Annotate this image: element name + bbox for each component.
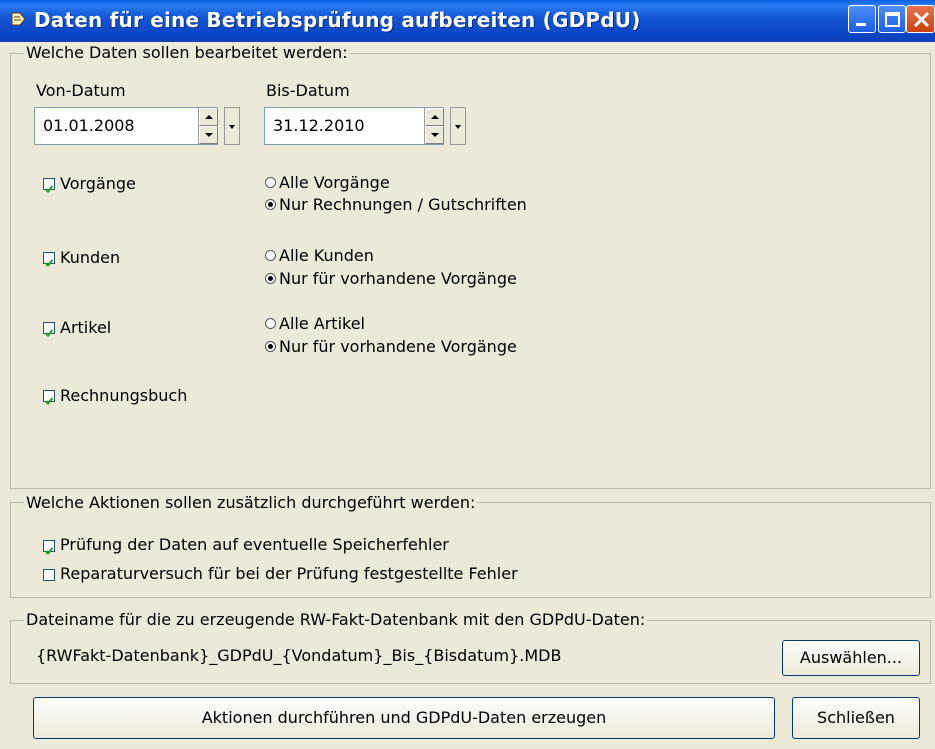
kunden-nur-vorhandene-label[interactable]: Nur für vorhandene Vorgänge: [279, 269, 517, 289]
spin-down-icon[interactable]: [425, 126, 444, 144]
choose-file-button[interactable]: Auswählen...: [782, 640, 920, 676]
to-date-picker[interactable]: 31.12.2010: [264, 107, 444, 145]
reparatur-label[interactable]: Reparaturversuch für bei der Prüfung fes…: [60, 564, 518, 584]
run-actions-button[interactable]: Aktionen durchführen und GDPdU-Daten erz…: [33, 697, 775, 739]
artikel-checkbox[interactable]: [43, 322, 55, 337]
artikel-nur-vorhandene-label[interactable]: Nur für vorhandene Vorgänge: [279, 337, 517, 357]
data-selection-legend: Welche Daten sollen bearbeitet werden:: [24, 43, 350, 62]
filename-value: {RWFakt-Datenbank}_GDPdU_{Vondatum}_Bis_…: [36, 646, 562, 665]
to-date-label: Bis-Datum: [266, 81, 350, 100]
gdpdu-dialog: Daten für eine Betriebsprüfung aufbereit…: [0, 0, 935, 749]
from-date-spinner[interactable]: [198, 108, 218, 144]
artikel-label[interactable]: Artikel: [60, 318, 111, 338]
close-icon[interactable]: [906, 5, 935, 33]
kunden-checkbox[interactable]: [43, 252, 55, 267]
artikel-nur-vorhandene-radio[interactable]: [265, 341, 276, 352]
to-date-spinner[interactable]: [424, 108, 444, 144]
to-date-dropdown-button[interactable]: [450, 107, 466, 145]
close-button-label: Schließen: [817, 708, 895, 727]
nur-rechnungen-label[interactable]: Nur Rechnungen / Gutschriften: [279, 195, 527, 215]
spin-up-icon[interactable]: [199, 108, 218, 126]
pruefung-label[interactable]: Prüfung der Daten auf eventuelle Speiche…: [60, 535, 449, 555]
spin-up-icon[interactable]: [425, 108, 444, 126]
close-button[interactable]: Schließen: [792, 697, 920, 739]
spin-down-icon[interactable]: [199, 126, 218, 144]
vorgaenge-checkbox[interactable]: [43, 178, 55, 193]
from-date-label: Von-Datum: [36, 81, 126, 100]
nur-rechnungen-radio[interactable]: [265, 199, 276, 210]
title-bar[interactable]: Daten für eine Betriebsprüfung aufbereit…: [0, 0, 935, 42]
pruefung-checkbox[interactable]: [43, 540, 55, 555]
alle-vorgaenge-radio[interactable]: [265, 177, 276, 188]
run-actions-label: Aktionen durchführen und GDPdU-Daten erz…: [201, 708, 607, 727]
rechnungsbuch-label[interactable]: Rechnungsbuch: [60, 386, 187, 406]
to-date-value: 31.12.2010: [273, 116, 365, 135]
alle-kunden-label[interactable]: Alle Kunden: [279, 246, 374, 266]
window-title: Daten für eine Betriebsprüfung aufbereit…: [34, 8, 641, 32]
filename-legend: Dateiname für die zu erzeugende RW-Fakt-…: [24, 610, 648, 629]
choose-file-label: Auswählen...: [799, 648, 903, 667]
alle-artikel-label[interactable]: Alle Artikel: [279, 314, 365, 334]
minimize-button[interactable]: [848, 5, 876, 33]
app-icon: [10, 11, 28, 27]
kunden-label[interactable]: Kunden: [60, 248, 120, 268]
kunden-nur-vorhandene-radio[interactable]: [265, 273, 276, 284]
alle-vorgaenge-label[interactable]: Alle Vorgänge: [279, 173, 390, 193]
from-date-value: 01.01.2008: [43, 116, 135, 135]
from-date-dropdown-button[interactable]: [224, 107, 240, 145]
alle-artikel-radio[interactable]: [265, 318, 276, 329]
rechnungsbuch-checkbox[interactable]: [43, 390, 55, 405]
from-date-picker[interactable]: 01.01.2008: [34, 107, 218, 145]
alle-kunden-radio[interactable]: [265, 250, 276, 261]
maximize-button[interactable]: [878, 5, 906, 33]
vorgaenge-label[interactable]: Vorgänge: [60, 174, 136, 194]
filename-field: {RWFakt-Datenbank}_GDPdU_{Vondatum}_Bis_…: [26, 636, 771, 674]
actions-legend: Welche Aktionen sollen zusätzlich durchg…: [24, 493, 478, 512]
reparatur-checkbox[interactable]: [43, 569, 55, 581]
